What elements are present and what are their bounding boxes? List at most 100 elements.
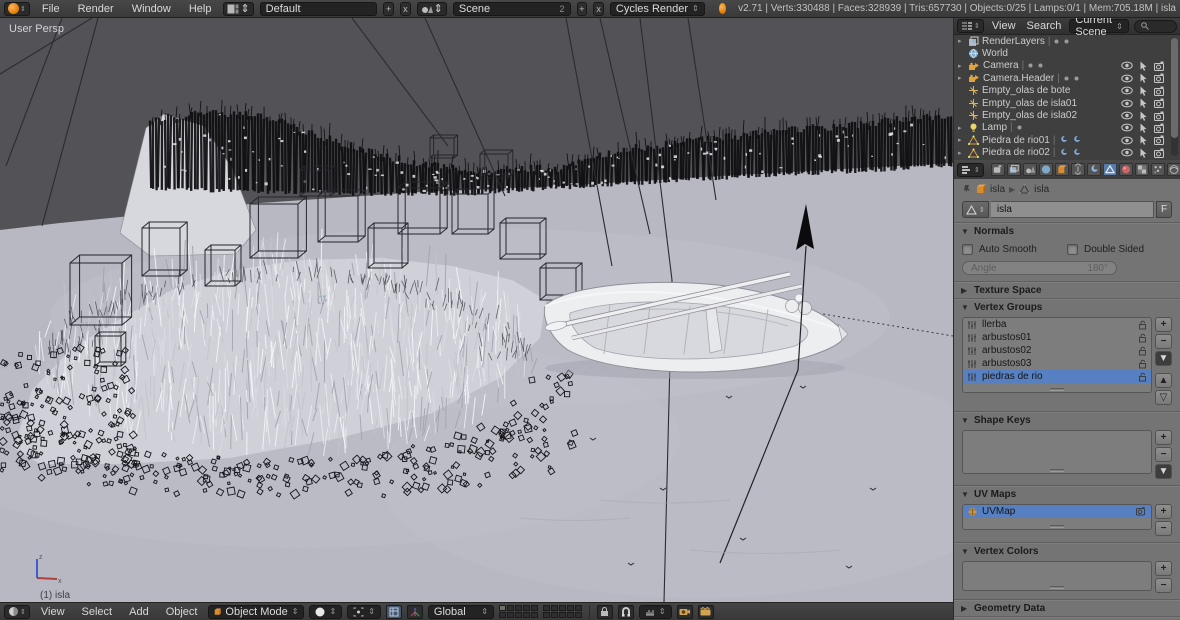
viewport-menu-view[interactable]: View (35, 606, 71, 618)
eye-icon[interactable] (1121, 61, 1133, 71)
wrench-icon[interactable] (1058, 135, 1068, 145)
outliner-scope-selector[interactable]: Current Scene⇕ (1069, 19, 1128, 33)
menu-window[interactable]: Window (126, 3, 177, 15)
render-cam-icon[interactable] (1154, 148, 1166, 158)
menu-file[interactable]: File (36, 3, 66, 15)
mode-selector[interactable]: Object Mode⇕ (208, 605, 304, 619)
list-item-label[interactable]: arbustos02 (982, 345, 1031, 356)
viewport-3d[interactable]: User Persp(1) islazx (0, 18, 953, 602)
object-cube-icon[interactable] (976, 184, 986, 194)
layer-toggle[interactable] (507, 612, 514, 618)
pointer-icon[interactable] (1139, 86, 1148, 96)
vgroup-add-button[interactable]: + (1155, 317, 1172, 332)
outliner-row[interactable]: ▸Camera.Header| (954, 72, 1180, 84)
outliner-item-label[interactable]: Camera (983, 60, 1019, 71)
editor-type-button[interactable]: ⇕ (4, 2, 30, 16)
vgroup-specials-button[interactable]: ▼ (1155, 351, 1172, 366)
layer-toggle[interactable] (523, 605, 530, 611)
layer-toggle[interactable] (559, 612, 566, 618)
pivot-selector[interactable]: ⇕ (347, 605, 381, 619)
section-vertex-groups-header[interactable]: ▼ Vertex Groups (954, 299, 1180, 315)
layer-toggle[interactable] (531, 612, 538, 618)
properties-tab-material[interactable] (1119, 163, 1133, 176)
layer-toggle[interactable] (575, 612, 582, 618)
layer-toggle[interactable] (515, 605, 522, 611)
outliner-item-label[interactable]: Piedra de rio01 (982, 135, 1050, 146)
render-cam-icon[interactable] (1154, 135, 1166, 145)
pointer-icon[interactable] (1139, 98, 1148, 108)
datablock-name-input[interactable]: isla (991, 201, 1154, 218)
manipulator-toggle-icon[interactable] (386, 605, 402, 619)
viewport-menu-select[interactable]: Select (76, 606, 119, 618)
layer-toggle[interactable] (515, 612, 522, 618)
menu-help[interactable]: Help (183, 3, 218, 15)
double-sided-checkbox[interactable] (1067, 244, 1078, 255)
outliner-menu-search[interactable]: Search (1024, 20, 1065, 32)
properties-tab-particles[interactable] (1151, 163, 1165, 176)
shading-selector[interactable]: ⇕ (309, 605, 342, 619)
render-cam-icon[interactable] (1154, 73, 1166, 83)
snap-magnet-icon[interactable] (618, 605, 634, 619)
dot-icon[interactable] (1053, 38, 1060, 45)
properties-tab-render[interactable] (991, 163, 1005, 176)
outliner-item-label[interactable]: RenderLayers (982, 36, 1045, 47)
render-cam-icon[interactable] (1154, 98, 1166, 108)
list-item[interactable]: piedras de rio (963, 370, 1151, 383)
outliner-scrollbar[interactable] (1171, 38, 1178, 156)
dot-icon[interactable] (1027, 62, 1034, 69)
pointer-icon[interactable] (1139, 61, 1148, 71)
layer-grid-2[interactable] (543, 605, 582, 618)
eye-icon[interactable] (1121, 98, 1133, 108)
properties-tab-modifiers[interactable] (1087, 163, 1101, 176)
list-resize-grip[interactable] (1050, 469, 1064, 472)
outliner-row[interactable]: World (954, 47, 1180, 59)
properties-tab-world[interactable] (1039, 163, 1053, 176)
wrench-icon[interactable] (1058, 148, 1068, 158)
properties-tab-constraints[interactable] (1071, 163, 1085, 176)
outliner-row[interactable]: ▸RenderLayers| (954, 35, 1180, 47)
list-item[interactable]: arbustos01 (963, 331, 1151, 344)
layer-toggle[interactable] (531, 605, 538, 611)
properties-tab-object[interactable] (1055, 163, 1069, 176)
properties-tab-object-data[interactable] (1103, 163, 1117, 176)
layer-toggle[interactable] (507, 605, 514, 611)
wrench-icon[interactable] (1071, 135, 1081, 145)
layout-add-button[interactable]: + (383, 2, 394, 16)
pin-icon[interactable] (962, 184, 972, 194)
manipulator-axis-icon[interactable] (407, 605, 423, 619)
properties-editor-type-button[interactable]: ⇕ (957, 163, 984, 177)
outliner-row[interactable]: Empty_olas de isla02 (954, 109, 1180, 121)
layer-toggle[interactable] (543, 612, 550, 618)
outliner-row[interactable]: ▸Piedra de rio02| (954, 147, 1180, 159)
render-cam-icon[interactable] (1154, 111, 1166, 121)
eye-icon[interactable] (1121, 148, 1133, 158)
outliner-item-label[interactable]: Lamp (982, 122, 1007, 133)
shapekey-remove-button[interactable]: − (1155, 447, 1172, 462)
vgroup-move-down-button[interactable]: ▽ (1155, 390, 1172, 405)
eye-icon[interactable] (1121, 111, 1133, 121)
layer-toggle[interactable] (567, 612, 574, 618)
vgroup-remove-button[interactable]: − (1155, 334, 1172, 349)
list-item[interactable]: arbustos02 (963, 344, 1151, 357)
list-item[interactable]: llerba (963, 318, 1151, 331)
layer-toggle[interactable] (559, 605, 566, 611)
pointer-icon[interactable] (1139, 123, 1148, 133)
pointer-icon[interactable] (1139, 148, 1148, 158)
dot-icon[interactable] (1063, 38, 1070, 45)
pointer-icon[interactable] (1139, 111, 1148, 121)
layer-toggle[interactable] (551, 605, 558, 611)
lock-open-icon[interactable] (1138, 359, 1147, 369)
wrench-icon[interactable] (1071, 148, 1081, 158)
outliner-menu-view[interactable]: View (989, 20, 1019, 32)
lock-open-icon[interactable] (1138, 372, 1147, 382)
outliner-row[interactable]: Empty_olas de bote (954, 85, 1180, 97)
layer-toggle[interactable] (575, 605, 582, 611)
shapekey-add-button[interactable]: + (1155, 430, 1172, 445)
outliner-item-label[interactable]: Empty_olas de isla02 (982, 110, 1077, 121)
fake-user-button[interactable]: F (1156, 201, 1172, 218)
list-resize-grip[interactable] (1050, 586, 1064, 589)
expand-arrow-icon[interactable]: ▸ (958, 149, 965, 157)
outliner-row[interactable]: ▸Piedra de rio01| (954, 134, 1180, 146)
outliner-item-label[interactable]: World (982, 48, 1008, 59)
lock-icon[interactable] (597, 605, 613, 619)
